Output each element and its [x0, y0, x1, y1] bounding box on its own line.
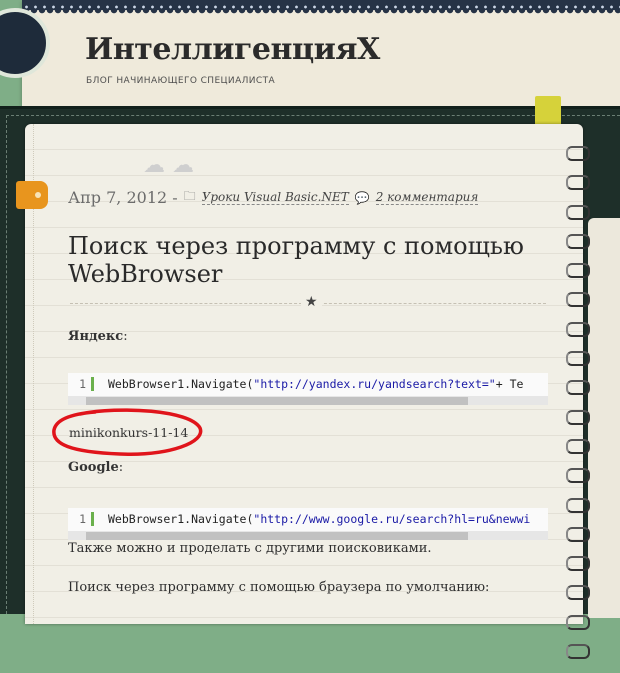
header-torn-edge: [22, 10, 620, 18]
code-scrollbar-thumb[interactable]: [86, 397, 468, 405]
post-date: Апр 7, 2012 -: [68, 188, 178, 207]
star-icon: ★: [301, 294, 322, 310]
spiral-ring-icon: [566, 644, 590, 660]
spiral-ring-icon: [566, 556, 590, 572]
red-annotation-circle: [52, 408, 203, 456]
code-scrollbar[interactable]: [68, 396, 548, 405]
spiral-ring-icon: [566, 438, 590, 454]
code-line-number: 1: [79, 512, 86, 526]
code-scrollbar-thumb[interactable]: [86, 532, 468, 540]
code-block-yandex: 1 WebBrowser1.Navigate("http://yandex.ru…: [68, 373, 548, 405]
spiral-ring-icon: [566, 175, 590, 191]
paragraph-other-engines: Также можно и проделать с другими поиско…: [68, 541, 432, 556]
code-gutter-bar: [91, 377, 94, 391]
spiral-ring-icon: [566, 204, 590, 220]
post-category-link[interactable]: Уроки Visual Basic.NET: [201, 190, 349, 205]
site-header: ИнтеллигенцияХ БЛОГ НАЧИНАЮЩЕГО СПЕЦИАЛИ…: [22, 0, 620, 110]
post-title[interactable]: Поиск через программу с помощью WebBrows…: [68, 232, 548, 288]
spiral-ring-icon: [566, 146, 590, 161]
site-tagline: БЛОГ НАЧИНАЮЩЕГО СПЕЦИАЛИСТА: [86, 76, 276, 86]
post-meta: Апр 7, 2012 - 🗀 Уроки Visual Basic.NET 💬…: [68, 187, 479, 208]
site-title[interactable]: ИнтеллигенцияХ: [85, 32, 380, 67]
spiral-ring-icon: [566, 585, 590, 601]
code-gutter-bar: [91, 512, 94, 526]
spiral-ring-icon: [566, 321, 590, 337]
code-text: WebBrowser1.Navigate(: [108, 377, 254, 391]
code-string: "http://yandex.ru/yandsearch?text=": [253, 377, 496, 391]
code-text: WebBrowser1.Navigate(: [108, 512, 254, 526]
comment-icon: 💬: [354, 190, 370, 205]
spiral-ring-icon: [566, 233, 590, 249]
folder-icon: 🗀: [183, 189, 196, 203]
post-comments-link[interactable]: 2 комментария: [375, 190, 479, 205]
spiral-ring-icon: [566, 263, 590, 279]
spiral-ring-icon: [566, 409, 590, 425]
code-block-google: 1 WebBrowser1.Navigate("http://www.googl…: [68, 508, 548, 540]
google-label: Google:: [68, 460, 124, 475]
code-text: + Te: [495, 377, 524, 391]
spiral-ring-icon: [566, 468, 590, 484]
spiral-binding: [566, 146, 592, 673]
code-string: "http://www.google.ru/search?hl=ru&newwi: [253, 512, 531, 526]
paragraph-default-browser: Поиск через программу с помощью браузера…: [68, 580, 490, 595]
spiral-ring-icon: [566, 351, 590, 367]
sidebar-page: [588, 218, 620, 618]
yandex-label: Яндекс:: [68, 329, 128, 344]
spiral-ring-icon: [566, 292, 590, 308]
code-scrollbar[interactable]: [68, 531, 548, 540]
spiral-ring-icon: [566, 526, 590, 542]
date-tab-icon: [16, 181, 48, 209]
spiral-ring-icon: [566, 380, 590, 396]
cloud-doodle-icon: ☁ ☁: [143, 153, 194, 178]
spiral-ring-icon: [566, 614, 590, 630]
spiral-ring-icon: [566, 497, 590, 513]
code-line-number: 1: [79, 377, 86, 391]
